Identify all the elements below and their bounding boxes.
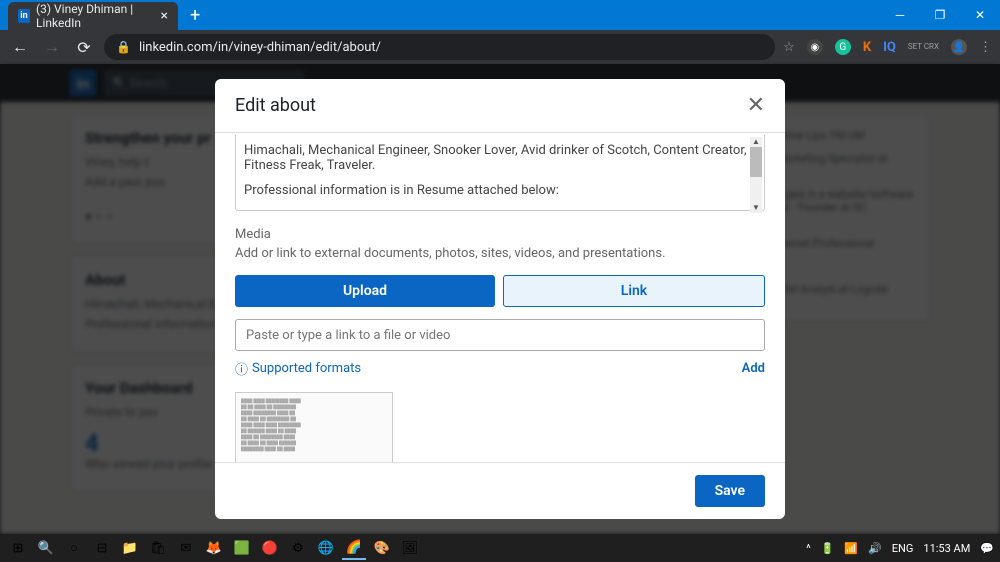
lock-icon: 🔒: [116, 40, 131, 54]
chrome-icon[interactable]: 🌈: [342, 536, 366, 560]
about-textarea[interactable]: Himachali, Mechanical Engineer, Snooker …: [235, 135, 765, 211]
store-icon[interactable]: 🛍: [146, 536, 170, 560]
k-ext-icon[interactable]: K: [863, 40, 871, 55]
modal-title: Edit about: [235, 95, 316, 116]
close-tab-icon[interactable]: ×: [161, 8, 168, 24]
link-button[interactable]: Link: [503, 275, 765, 307]
close-icon[interactable]: ✕: [747, 93, 765, 118]
app-icon-1[interactable]: 🦊: [202, 536, 226, 560]
new-tab-button[interactable]: +: [190, 5, 200, 26]
back-button[interactable]: ←: [8, 37, 32, 57]
resume-media-thumbnail[interactable]: ████ ████ ████████ ██████ ██ ████ ██ ███…: [235, 392, 393, 462]
windows-taskbar: ⊞ 🔍 ○ ⊟ 📁 🛍 ✉ 🦊 🟩 🔴 ⚙ 🌐 🌈 🎨 🖼 ^ 🔋 📶 🔊 EN…: [0, 534, 1000, 562]
explorer-icon[interactable]: 📁: [118, 536, 142, 560]
setcrx-ext-icon[interactable]: SET CRX: [908, 43, 939, 51]
edge-icon[interactable]: 🌐: [314, 536, 338, 560]
modal-footer: Save: [215, 462, 785, 519]
save-button[interactable]: Save: [695, 475, 765, 507]
volume-icon[interactable]: 🔊: [868, 542, 882, 555]
modal-header: Edit about ✕: [215, 79, 785, 133]
photos-icon[interactable]: 🖼: [398, 536, 422, 560]
help-icon: ⓘ: [235, 359, 248, 378]
notifications-icon[interactable]: 💬: [980, 542, 994, 555]
url-input[interactable]: 🔒 linkedin.com/in/viney-dhiman/edit/abou…: [104, 34, 775, 60]
add-button[interactable]: Add: [742, 361, 765, 376]
modal-body: Himachali, Mechanical Engineer, Snooker …: [215, 133, 785, 462]
minimize-button[interactable]: ─: [880, 0, 920, 30]
link-url-input[interactable]: [235, 319, 765, 351]
mail-icon[interactable]: ✉: [174, 536, 198, 560]
paint-icon[interactable]: 🎨: [370, 536, 394, 560]
textarea-scrollbar[interactable]: ▲ ▼: [750, 137, 762, 213]
media-description: Add or link to external documents, photo…: [235, 246, 765, 261]
start-button[interactable]: ⊞: [6, 536, 30, 560]
extension-icons: ☆ ◉ G K IQ SET CRX 👤 ⋮: [783, 39, 992, 55]
edit-about-modal: Edit about ✕ Himachali, Mechanical Engin…: [215, 79, 785, 519]
battery-icon[interactable]: 🔋: [821, 542, 835, 555]
maximize-button[interactable]: ❐: [920, 0, 960, 30]
camera-ext-icon[interactable]: ◉: [807, 39, 823, 55]
app-icon-3[interactable]: 🔴: [258, 536, 282, 560]
media-label: Media: [235, 227, 765, 242]
window-controls: ─ ❐ ✕: [880, 0, 1000, 30]
grammarly-ext-icon[interactable]: G: [835, 39, 851, 55]
reload-button[interactable]: ⟳: [72, 38, 96, 57]
settings-icon[interactable]: ⚙: [286, 536, 310, 560]
cortana-icon[interactable]: ○: [62, 536, 86, 560]
wifi-icon[interactable]: 📶: [844, 542, 858, 555]
modal-backdrop[interactable]: Edit about ✕ Himachali, Mechanical Engin…: [0, 64, 1000, 534]
taskview-icon[interactable]: ⊟: [90, 536, 114, 560]
close-window-button[interactable]: ✕: [960, 0, 1000, 30]
browser-tab[interactable]: in (3) Viney Dhiman | LinkedIn ×: [8, 2, 178, 30]
url-text: linkedin.com/in/viney-dhiman/edit/about/: [139, 40, 381, 55]
forward-button[interactable]: →: [40, 37, 64, 57]
tray-chevron-icon[interactable]: ^: [806, 542, 811, 555]
avatar-icon[interactable]: 👤: [951, 39, 967, 55]
browser-titlebar: in (3) Viney Dhiman | LinkedIn × + ─ ❐ ✕: [0, 0, 1000, 30]
search-icon[interactable]: 🔍: [34, 536, 58, 560]
clock[interactable]: 11:53 AM: [923, 542, 970, 555]
tab-title: (3) Viney Dhiman | LinkedIn: [36, 2, 161, 30]
star-icon[interactable]: ☆: [783, 40, 795, 55]
linkedin-favicon: in: [18, 9, 30, 23]
language-indicator[interactable]: ENG: [892, 542, 914, 555]
supported-formats-link[interactable]: ⓘ Supported formats: [235, 359, 361, 378]
iq-ext-icon[interactable]: IQ: [883, 40, 896, 55]
app-icon-2[interactable]: 🟩: [230, 536, 254, 560]
menu-icon[interactable]: ⋮: [979, 40, 992, 55]
address-bar: ← → ⟳ 🔒 linkedin.com/in/viney-dhiman/edi…: [0, 30, 1000, 64]
upload-button[interactable]: Upload: [235, 275, 495, 307]
